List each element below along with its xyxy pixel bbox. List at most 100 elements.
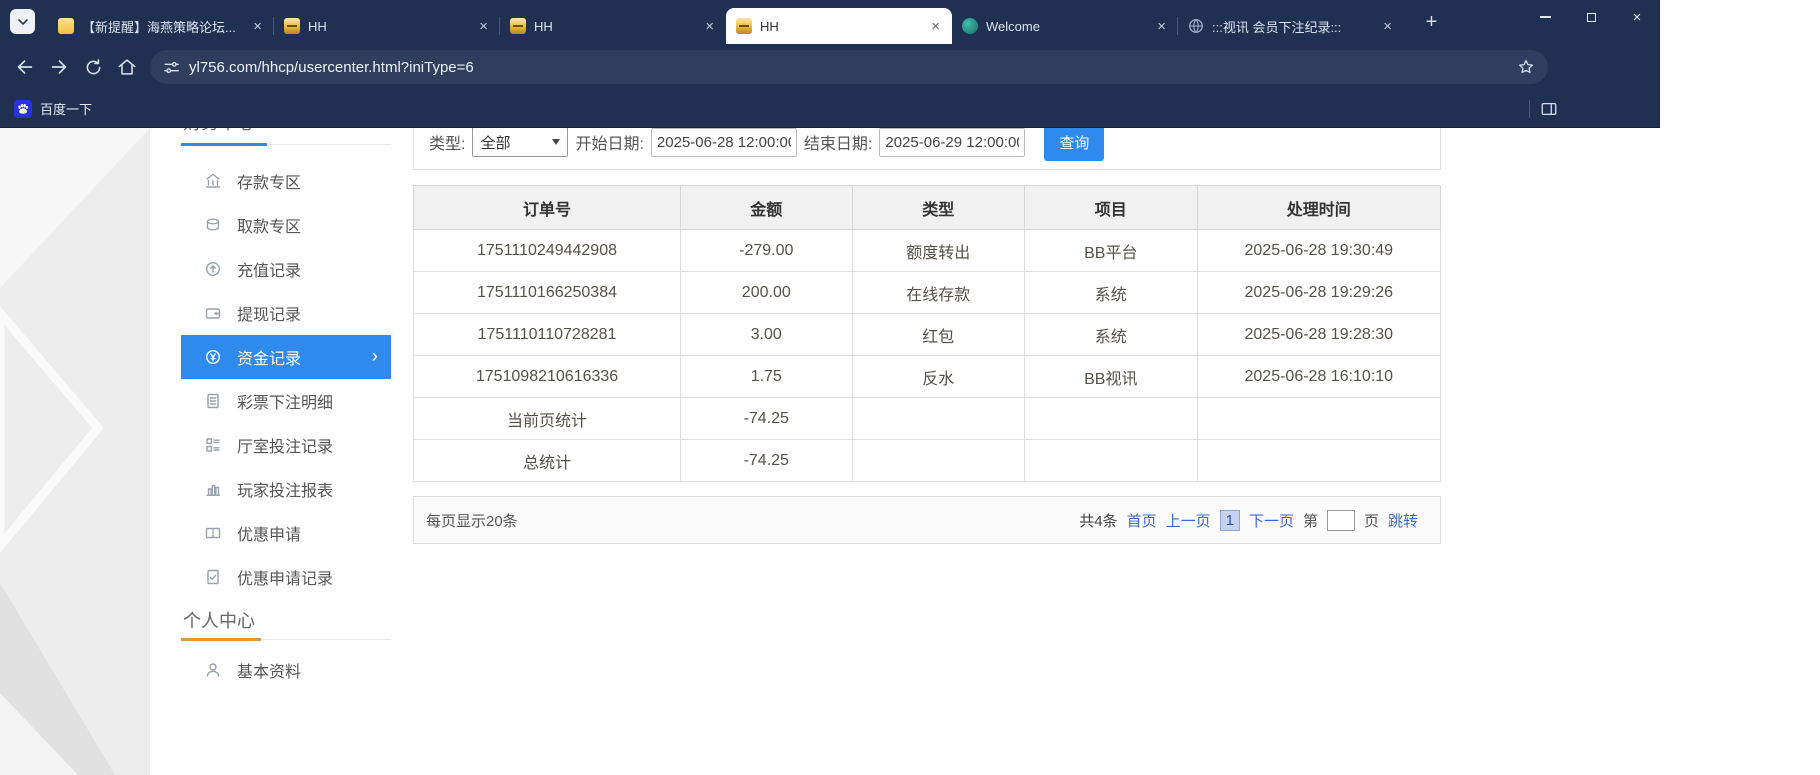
cell-empty bbox=[1197, 398, 1440, 440]
sidebar-item-label: 优惠申请记录 bbox=[237, 565, 333, 589]
minimize-button[interactable] bbox=[1522, 0, 1568, 34]
back-button[interactable] bbox=[8, 50, 42, 84]
type-select[interactable]: 全部 bbox=[472, 128, 568, 157]
sidebar-item-label: 玩家投注报表 bbox=[237, 477, 333, 501]
tab-hh-2[interactable]: HH × bbox=[500, 8, 726, 44]
cell-project: BB平台 bbox=[1025, 230, 1198, 272]
per-page-text: 每页显示20条 bbox=[426, 510, 518, 531]
tab-bar: 【新提醒】海燕策略论坛... × HH × HH × HH × Welcome bbox=[0, 0, 1660, 44]
cell-order-no: 1751110110728281 bbox=[414, 314, 681, 356]
jump-prefix-label: 第 bbox=[1303, 510, 1318, 531]
divider bbox=[1529, 100, 1530, 118]
tab-close-icon[interactable]: × bbox=[477, 19, 490, 34]
sidebar-item-lottery-bet-detail[interactable]: 彩票下注明细 bbox=[181, 379, 391, 423]
bank-icon bbox=[204, 172, 222, 190]
tab-hh-1[interactable]: HH × bbox=[274, 8, 500, 44]
filter-bar: 类型: 全部 开始日期: 结束日期: 查询 bbox=[413, 128, 1441, 170]
cell-amount: 3.00 bbox=[681, 314, 853, 356]
finance-center-heading: 财务中心 bbox=[181, 128, 391, 145]
tab-video-records[interactable]: :::视讯 会员下注纪录::: × bbox=[1178, 8, 1404, 44]
cell-amount: 1.75 bbox=[681, 356, 853, 398]
prev-page-link[interactable]: 上一页 bbox=[1166, 510, 1211, 531]
cell-time: 2025-06-28 16:10:10 bbox=[1197, 356, 1440, 398]
wallet-icon bbox=[204, 304, 222, 322]
tab-welcome[interactable]: Welcome × bbox=[952, 8, 1178, 44]
forward-button[interactable] bbox=[42, 50, 76, 84]
gold-favicon-icon bbox=[736, 18, 752, 34]
page-jump-input[interactable] bbox=[1327, 510, 1355, 531]
new-tab-button[interactable]: + bbox=[1418, 9, 1445, 36]
sidebar-item-recharge-records[interactable]: 充值记录 bbox=[181, 247, 391, 291]
reload-button[interactable] bbox=[76, 50, 110, 84]
site-settings-icon bbox=[162, 58, 181, 77]
sidebar-item-funds-records[interactable]: 个人中心 资金记录 › bbox=[181, 335, 391, 379]
personal-center-heading: 个人中心 bbox=[181, 609, 391, 640]
cell-empty bbox=[852, 398, 1025, 440]
bookmark-star-icon[interactable] bbox=[1516, 57, 1536, 77]
baidu-favicon-icon bbox=[14, 100, 32, 118]
tab-search-button[interactable] bbox=[10, 9, 35, 34]
chevron-down-icon bbox=[17, 16, 29, 28]
cell-project: BB视讯 bbox=[1025, 356, 1198, 398]
bookmarks-bar-right bbox=[1529, 100, 1558, 118]
table-header-row: 订单号 金额 类型 项目 处理时间 bbox=[414, 186, 1441, 230]
sidebar-item-deposit-zone[interactable]: 存款专区 bbox=[181, 159, 391, 203]
table-row-page-stats: 当前页统计 -74.25 bbox=[414, 398, 1441, 440]
navigation-bar: yl756.com/hhcp/usercenter.html?iniType=6 bbox=[0, 44, 1660, 90]
type-label: 类型: bbox=[429, 130, 465, 154]
jump-link[interactable]: 跳转 bbox=[1388, 510, 1418, 531]
minimize-icon bbox=[1540, 16, 1551, 18]
tab-title: HH bbox=[760, 19, 921, 34]
browser-chrome: 【新提醒】海燕策略论坛... × HH × HH × HH × Welcome bbox=[0, 0, 1660, 128]
sidebar-item-hall-bet-records[interactable]: 厅室投注记录 bbox=[181, 423, 391, 467]
forward-arrow-icon bbox=[48, 56, 70, 78]
sidebar-item-withdraw-records[interactable]: 提现记录 bbox=[181, 291, 391, 335]
cell-time: 2025-06-28 19:30:49 bbox=[1197, 230, 1440, 272]
tab-close-icon[interactable]: × bbox=[703, 19, 716, 34]
tab-title: HH bbox=[534, 19, 695, 34]
close-window-button[interactable]: × bbox=[1614, 0, 1660, 34]
person-icon bbox=[204, 661, 222, 679]
sidebar-item-label: 充值记录 bbox=[237, 257, 301, 281]
sidebar-item-promo-apply-records[interactable]: 优惠申请记录 bbox=[181, 555, 391, 599]
home-button[interactable] bbox=[110, 50, 144, 84]
page-content: 财务中心 存款专区 取款专区 充值记录 提现记录 个人中心 资金记录 bbox=[0, 128, 1660, 775]
cell-type: 额度转出 bbox=[852, 230, 1025, 272]
cell-empty bbox=[1025, 398, 1198, 440]
tab-close-icon[interactable]: × bbox=[1155, 19, 1168, 34]
bookmark-baidu[interactable]: 百度一下 bbox=[40, 99, 92, 118]
next-page-link[interactable]: 下一页 bbox=[1249, 510, 1294, 531]
sidebar-item-promo-apply[interactable]: 优惠申请 bbox=[181, 511, 391, 555]
tab-hh-active[interactable]: HH × bbox=[726, 8, 952, 44]
header-order-no: 订单号 bbox=[414, 186, 681, 230]
coins-icon bbox=[204, 216, 222, 234]
start-date-input[interactable] bbox=[651, 128, 797, 157]
query-button[interactable]: 查询 bbox=[1044, 128, 1104, 161]
sidebar-item-player-bet-report[interactable]: 玩家投注报表 bbox=[181, 467, 391, 511]
money-icon bbox=[204, 348, 222, 366]
tab-title: HH bbox=[308, 19, 469, 34]
first-page-link[interactable]: 首页 bbox=[1127, 510, 1157, 531]
tab-close-icon[interactable]: × bbox=[929, 19, 942, 34]
gold-favicon-icon bbox=[284, 18, 300, 34]
end-date-input[interactable] bbox=[879, 128, 1025, 157]
tab-title: Welcome bbox=[986, 19, 1147, 34]
side-panel-icon[interactable] bbox=[1540, 100, 1558, 118]
omnibox[interactable]: yl756.com/hhcp/usercenter.html?iniType=6 bbox=[150, 50, 1548, 84]
close-icon: × bbox=[1633, 10, 1642, 25]
list-icon bbox=[204, 436, 222, 454]
sidebar-item-withdraw-zone[interactable]: 取款专区 bbox=[181, 203, 391, 247]
sidebar-item-label: 基本资料 bbox=[237, 658, 301, 682]
home-icon bbox=[116, 56, 138, 78]
table-row: 1751098210616336 1.75 反水 BB视讯 2025-06-28… bbox=[414, 356, 1441, 398]
type-select-value: 全部 bbox=[480, 132, 510, 153]
start-date-label: 开始日期: bbox=[575, 130, 643, 154]
table-row-total-stats: 总统计 -74.25 bbox=[414, 440, 1441, 482]
tab-close-icon[interactable]: × bbox=[251, 19, 264, 34]
sidebar-item-profile[interactable]: 基本资料 bbox=[181, 648, 391, 692]
tab-forum[interactable]: 【新提醒】海燕策略论坛... × bbox=[48, 8, 274, 44]
cell-project: 系统 bbox=[1025, 272, 1198, 314]
tab-close-icon[interactable]: × bbox=[1381, 19, 1394, 34]
current-page[interactable]: 1 bbox=[1220, 510, 1240, 531]
maximize-button[interactable] bbox=[1568, 0, 1614, 34]
